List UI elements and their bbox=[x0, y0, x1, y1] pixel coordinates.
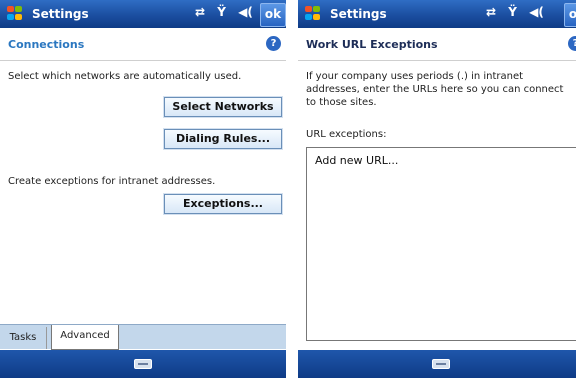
app-title: Settings bbox=[32, 7, 89, 21]
ok-button[interactable]: ok bbox=[260, 3, 286, 27]
keyboard-icon[interactable] bbox=[134, 359, 152, 369]
volume-icon[interactable]: ◀( bbox=[238, 5, 253, 19]
work-url-exceptions-screen: Settings ⇄ Ÿ ◀( ok Work URL Exceptions ?… bbox=[298, 0, 576, 378]
volume-icon[interactable]: ◀( bbox=[529, 5, 544, 19]
help-icon[interactable]: ? bbox=[568, 36, 576, 51]
page-header: Work URL Exceptions ? bbox=[298, 28, 576, 61]
tab-strip: Tasks Advanced bbox=[0, 324, 286, 350]
page-title: Connections bbox=[8, 38, 85, 51]
windows-start-icon[interactable] bbox=[305, 6, 322, 22]
status-icons: ⇄ Ÿ ◀( bbox=[478, 5, 544, 23]
help-icon[interactable]: ? bbox=[266, 36, 281, 51]
exceptions-button[interactable]: Exceptions... bbox=[163, 193, 283, 215]
exceptions-description: Create exceptions for intranet addresses… bbox=[8, 176, 216, 187]
signal-antenna-icon[interactable]: Ÿ bbox=[508, 5, 517, 19]
ok-button[interactable]: ok bbox=[564, 3, 576, 27]
networks-description: Select which networks are automatically … bbox=[8, 71, 242, 82]
title-bar: Settings ⇄ Ÿ ◀( ok bbox=[298, 0, 576, 28]
keyboard-icon[interactable] bbox=[432, 359, 450, 369]
add-new-url-item[interactable]: Add new URL... bbox=[315, 154, 398, 167]
windows-start-icon[interactable] bbox=[7, 6, 24, 22]
url-exceptions-list[interactable]: Add new URL... bbox=[306, 147, 576, 341]
page-title: Work URL Exceptions bbox=[306, 38, 438, 51]
connections-screen: Settings ⇄ Ÿ ◀( ok Connections ? Select … bbox=[0, 0, 286, 378]
url-exceptions-label: URL exceptions: bbox=[306, 129, 387, 140]
tab-advanced[interactable]: Advanced bbox=[51, 325, 119, 350]
status-icons: ⇄ Ÿ ◀( bbox=[187, 5, 253, 23]
dialing-rules-button[interactable]: Dialing Rules... bbox=[163, 128, 283, 150]
sync-icon[interactable]: ⇄ bbox=[195, 5, 205, 19]
select-networks-button[interactable]: Select Networks bbox=[163, 96, 283, 118]
signal-antenna-icon[interactable]: Ÿ bbox=[217, 5, 226, 19]
page-header: Connections ? bbox=[0, 28, 286, 61]
title-bar: Settings ⇄ Ÿ ◀( ok bbox=[0, 0, 286, 28]
url-exceptions-description: If your company uses periods (.) in intr… bbox=[306, 71, 564, 108]
menu-bar bbox=[0, 350, 286, 378]
tab-tasks[interactable]: Tasks bbox=[0, 327, 47, 349]
menu-bar bbox=[298, 350, 576, 378]
sync-icon[interactable]: ⇄ bbox=[486, 5, 496, 19]
app-title: Settings bbox=[330, 7, 387, 21]
